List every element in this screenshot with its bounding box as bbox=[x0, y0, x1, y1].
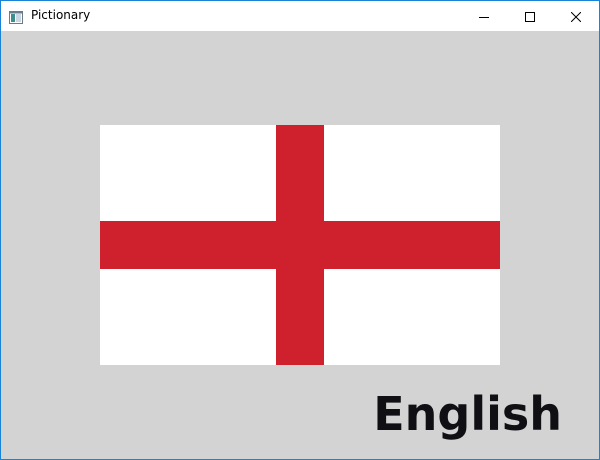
window-title: Pictionary bbox=[31, 8, 91, 22]
close-button[interactable] bbox=[553, 1, 599, 31]
close-icon bbox=[570, 7, 582, 26]
minimize-icon bbox=[479, 7, 489, 26]
england-flag-image bbox=[100, 125, 500, 365]
app-window-icon bbox=[9, 9, 23, 24]
app-window: Pictionary English bbox=[0, 0, 600, 460]
maximize-button[interactable] bbox=[507, 1, 553, 31]
minimize-button[interactable] bbox=[461, 1, 507, 31]
maximize-icon bbox=[525, 7, 535, 26]
flag-cross-horizontal bbox=[100, 221, 500, 269]
client-area: English bbox=[1, 31, 599, 459]
word-label: English bbox=[373, 387, 562, 441]
title-bar[interactable]: Pictionary bbox=[1, 1, 599, 31]
